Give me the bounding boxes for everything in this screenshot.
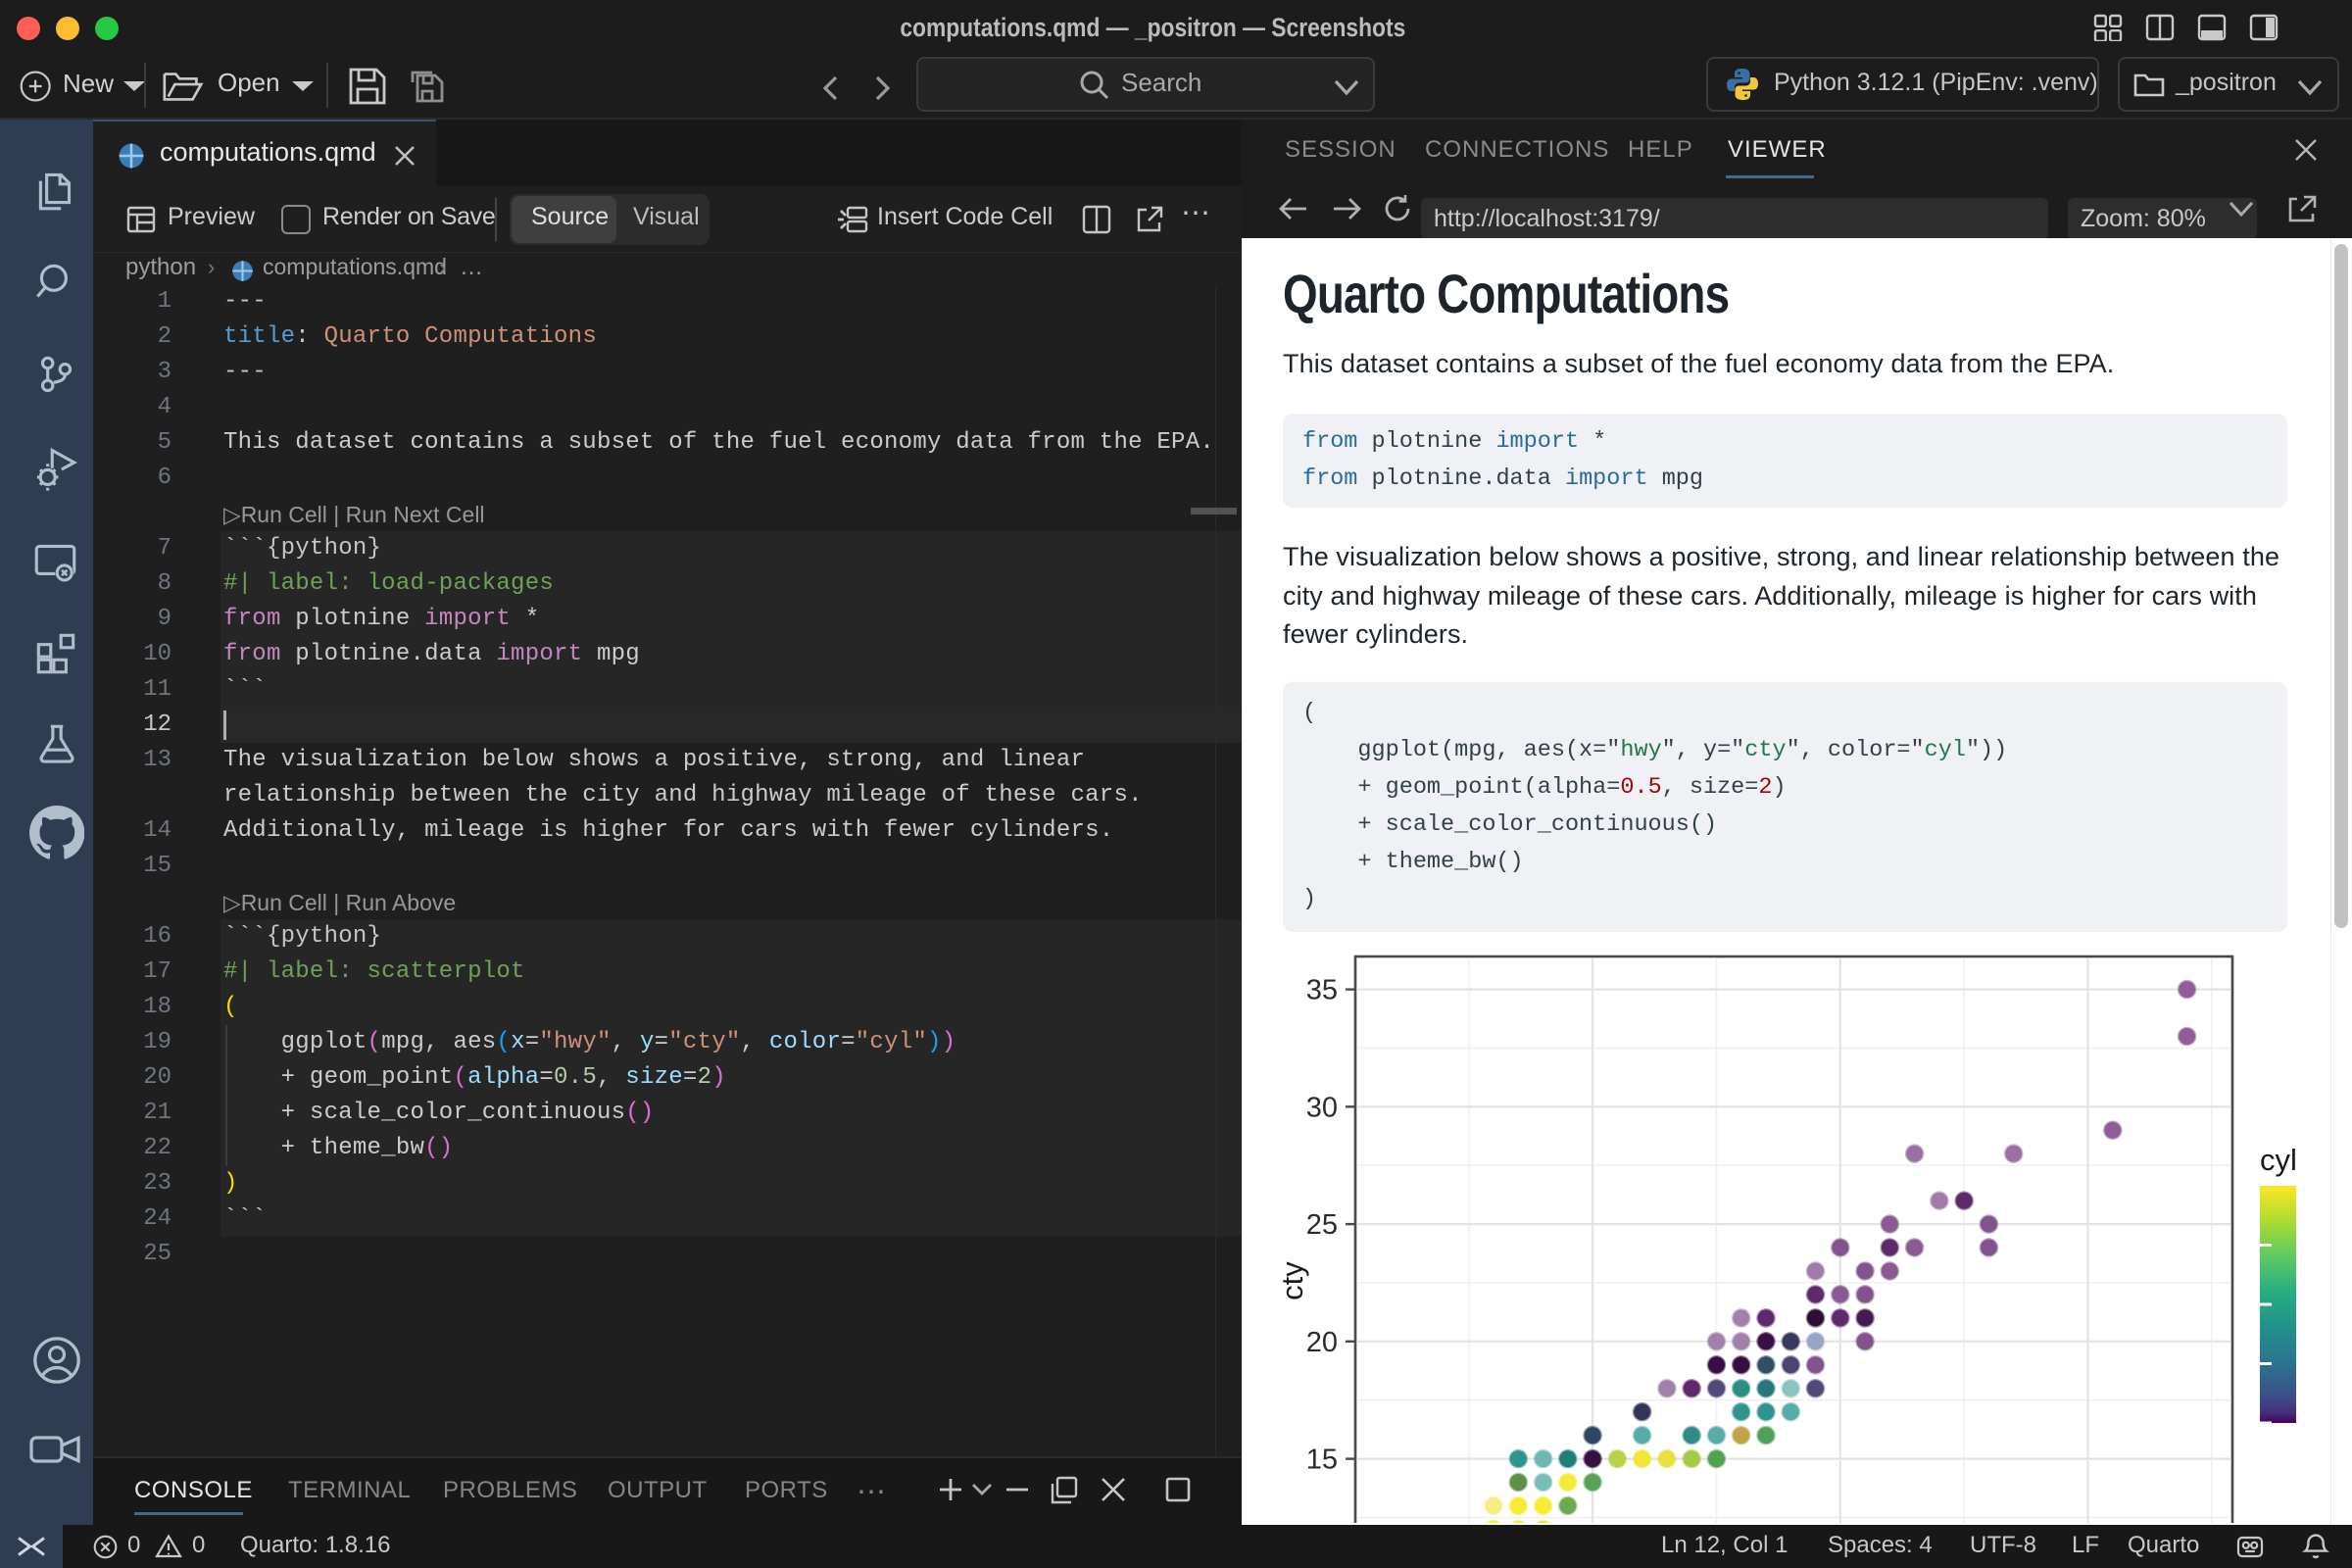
svg-text:20: 20 [1306, 1327, 1338, 1358]
svg-text:35: 35 [1306, 975, 1338, 1006]
svg-text:15: 15 [1306, 1445, 1338, 1476]
svg-text:cyl: cyl [2260, 1143, 2297, 1177]
svg-text:cty: cty [1275, 1261, 1309, 1300]
svg-text:25: 25 [1306, 1209, 1338, 1241]
svg-text:30: 30 [1306, 1092, 1338, 1123]
